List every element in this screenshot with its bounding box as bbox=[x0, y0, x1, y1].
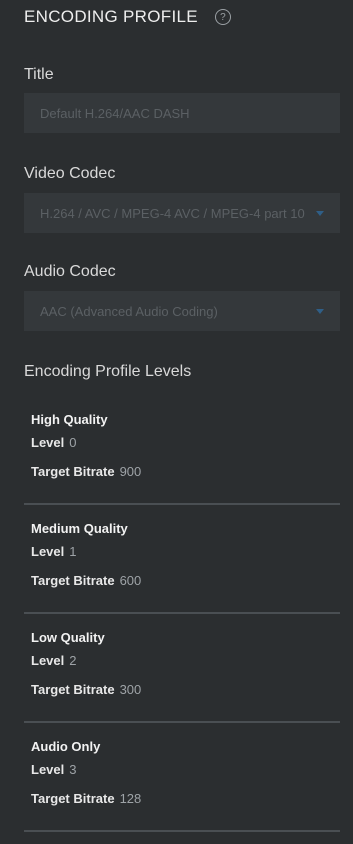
level-row: Level 3 bbox=[31, 762, 76, 777]
level-card-audio-only[interactable]: Audio Only Level 3 Target Bitrate 128 bbox=[24, 732, 340, 832]
level-label: Level bbox=[31, 435, 65, 450]
chevron-down-icon[interactable] bbox=[316, 210, 324, 216]
bitrate-row: Target Bitrate 300 bbox=[31, 682, 141, 697]
level-row: Level 1 bbox=[31, 544, 76, 559]
page-title: ENCODING PROFILE bbox=[24, 7, 198, 26]
target-bitrate-label: Target Bitrate bbox=[31, 573, 115, 588]
target-bitrate-label: Target Bitrate bbox=[31, 791, 115, 806]
title-field-box[interactable] bbox=[24, 93, 340, 133]
level-value: 3 bbox=[69, 762, 77, 777]
level-name: Medium Quality bbox=[31, 521, 128, 536]
audio-codec-select[interactable]: AAC (Advanced Audio Coding) bbox=[24, 291, 340, 331]
panel-header: ENCODING PROFILE ? bbox=[24, 7, 231, 27]
level-row: Level 0 bbox=[31, 435, 76, 450]
level-value: 1 bbox=[69, 544, 77, 559]
target-bitrate-value: 900 bbox=[119, 464, 142, 479]
video-codec-label: Video Codec bbox=[24, 165, 116, 182]
divider bbox=[24, 830, 340, 832]
divider bbox=[24, 503, 340, 505]
bitrate-row: Target Bitrate 600 bbox=[31, 573, 141, 588]
level-value: 0 bbox=[69, 435, 77, 450]
level-name: Low Quality bbox=[31, 630, 105, 645]
target-bitrate-label: Target Bitrate bbox=[31, 464, 115, 479]
bitrate-row: Target Bitrate 128 bbox=[31, 791, 141, 806]
target-bitrate-value: 128 bbox=[119, 791, 142, 806]
target-bitrate-value: 600 bbox=[119, 573, 142, 588]
target-bitrate-label: Target Bitrate bbox=[31, 682, 115, 697]
title-input[interactable] bbox=[40, 105, 324, 121]
audio-codec-value: AAC (Advanced Audio Coding) bbox=[40, 303, 218, 319]
target-bitrate-value: 300 bbox=[119, 682, 142, 697]
video-codec-select[interactable]: H.264 / AVC / MPEG-4 AVC / MPEG-4 part 1… bbox=[24, 193, 340, 233]
level-label: Level bbox=[31, 762, 65, 777]
level-card-high-quality[interactable]: High Quality Level 0 Target Bitrate 900 bbox=[24, 405, 340, 505]
level-label: Level bbox=[31, 653, 65, 668]
level-value: 2 bbox=[69, 653, 77, 668]
level-label: Level bbox=[31, 544, 65, 559]
audio-codec-label: Audio Codec bbox=[24, 263, 116, 280]
level-name: Audio Only bbox=[31, 739, 101, 754]
video-codec-value: H.264 / AVC / MPEG-4 AVC / MPEG-4 part 1… bbox=[40, 205, 305, 221]
divider bbox=[24, 612, 340, 614]
encoding-profile-levels-title: Encoding Profile Levels bbox=[24, 363, 192, 380]
level-card-medium-quality[interactable]: Medium Quality Level 1 Target Bitrate 600 bbox=[24, 514, 340, 614]
encoding-profile-panel: ENCODING PROFILE ? Title Video Codec H.2… bbox=[0, 0, 353, 844]
divider bbox=[24, 721, 340, 723]
chevron-down-icon[interactable] bbox=[316, 308, 324, 314]
bitrate-row: Target Bitrate 900 bbox=[31, 464, 141, 479]
level-card-low-quality[interactable]: Low Quality Level 2 Target Bitrate 300 bbox=[24, 623, 340, 723]
title-label: Title bbox=[24, 66, 54, 83]
help-circle-icon[interactable]: ? bbox=[214, 9, 231, 25]
level-row: Level 2 bbox=[31, 653, 76, 668]
level-name: High Quality bbox=[31, 412, 108, 427]
